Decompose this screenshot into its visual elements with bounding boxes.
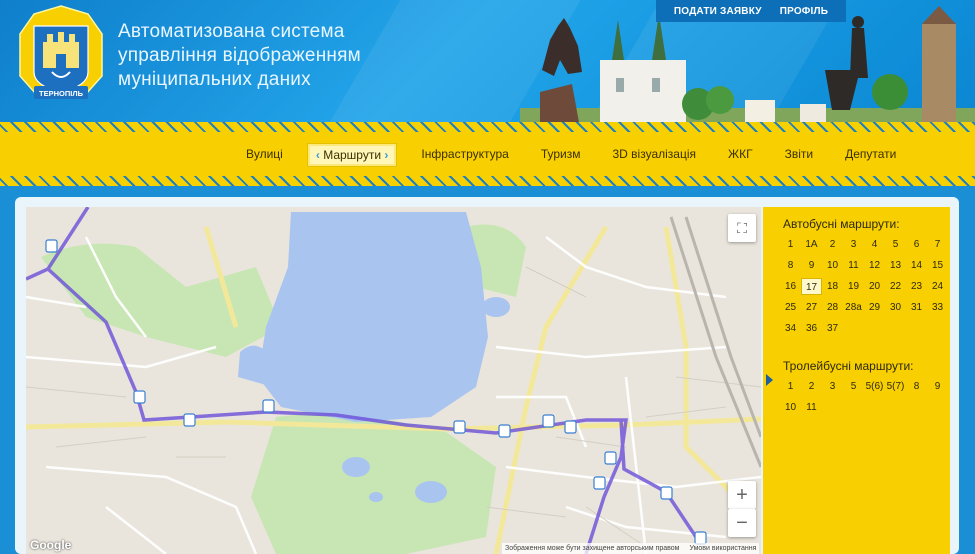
- chevron-right-icon: ›: [384, 148, 389, 162]
- nav-item-housing[interactable]: ЖКГ: [712, 143, 769, 167]
- nav-item-routes[interactable]: ‹ Маршрути ›: [306, 143, 398, 167]
- bus-route-item[interactable]: 16: [780, 278, 801, 295]
- bus-route-item[interactable]: 2: [822, 236, 843, 253]
- bus-route-item[interactable]: 13: [885, 257, 906, 274]
- bus-route-item[interactable]: 30: [885, 299, 906, 316]
- submit-request-link[interactable]: ПОДАТИ ЗАЯВКУ: [674, 6, 762, 17]
- trolley-route-item[interactable]: 2: [801, 378, 822, 395]
- nav-item-streets[interactable]: Вулиці: [230, 143, 299, 167]
- bus-route-item[interactable]: 24: [927, 278, 948, 295]
- bus-routes-list: 1 1А 2 3 4 5 6 7 8 9 10 11 12 13 14 15 16 17 18 19 20 22 23 24 2…: [780, 236, 948, 337]
- logo-text: ТЕРНОПІЛЬ: [39, 89, 84, 98]
- lake: [258, 212, 488, 422]
- trolley-route-item[interactable]: 5(6): [864, 378, 885, 395]
- bus-route-item[interactable]: 11: [843, 257, 864, 274]
- nav-item-tourism[interactable]: Туризм: [525, 143, 597, 167]
- terms-link[interactable]: Умови використання: [689, 545, 756, 552]
- trolley-route-item[interactable]: 8: [906, 378, 927, 395]
- bus-route-item[interactable]: 28: [822, 299, 843, 316]
- bus-route-item[interactable]: 31: [906, 299, 927, 316]
- trolley-route-item[interactable]: 5: [843, 378, 864, 395]
- trolley-route-item[interactable]: 9: [927, 378, 948, 395]
- title-line: муніципальних даних: [118, 69, 311, 90]
- bus-route-item[interactable]: 7: [927, 236, 948, 253]
- bus-route-item[interactable]: 3: [843, 236, 864, 253]
- bus-route-item[interactable]: 17: [801, 278, 822, 295]
- bus-route-item[interactable]: 6: [906, 236, 927, 253]
- profile-link[interactable]: ПРОФІЛЬ: [780, 6, 828, 17]
- main-nav-bar: Вулиці ‹ Маршрути › Інфраструктура Туриз…: [0, 132, 975, 178]
- nav-item-deputies[interactable]: Депутати: [829, 143, 912, 167]
- bus-route-item[interactable]: 22: [885, 278, 906, 295]
- bus-route-item[interactable]: 1А: [801, 236, 822, 253]
- bus-route-item[interactable]: 36: [801, 320, 822, 337]
- trolley-routes-list: 1 2 3 5 5(6) 5(7) 8 9 10 11: [780, 378, 948, 416]
- fullscreen-button[interactable]: ⛶: [728, 214, 756, 242]
- ternopil-coat-of-arms-icon[interactable]: ТЕРНОПІЛЬ: [16, 4, 106, 104]
- bus-route-item[interactable]: 29: [864, 299, 885, 316]
- ornament-top: [0, 122, 975, 132]
- trolley-route-item[interactable]: 1: [780, 378, 801, 395]
- google-logo: Google: [30, 538, 72, 552]
- bus-route-item[interactable]: 9: [801, 257, 822, 274]
- bus-route-item[interactable]: 34: [780, 320, 801, 337]
- bus-route-item[interactable]: 27: [801, 299, 822, 316]
- main-nav: Вулиці ‹ Маршрути › Інфраструктура Туриз…: [230, 132, 912, 178]
- bus-route-item[interactable]: 1: [780, 236, 801, 253]
- trolley-route-item[interactable]: 5(7): [885, 378, 906, 395]
- bus-route-item[interactable]: 15: [927, 257, 948, 274]
- nav-item-reports[interactable]: Звіти: [769, 143, 830, 167]
- trolley-route-item[interactable]: 11: [801, 399, 822, 416]
- nav-item-infrastructure[interactable]: Інфраструктура: [405, 143, 524, 167]
- bus-route-item[interactable]: 12: [864, 257, 885, 274]
- chevron-left-icon: ‹: [315, 148, 320, 162]
- top-links: ПОДАТИ ЗАЯВКУ ПРОФІЛЬ: [656, 0, 846, 22]
- bus-routes-title: Автобусні маршрути:: [783, 217, 900, 231]
- bus-route-item[interactable]: 19: [843, 278, 864, 295]
- bus-route-item[interactable]: 8: [780, 257, 801, 274]
- trolley-route-item[interactable]: 10: [780, 399, 801, 416]
- bus-route-item[interactable]: 18: [822, 278, 843, 295]
- fullscreen-icon: ⛶: [737, 219, 747, 236]
- bus-route-item[interactable]: 5: [885, 236, 906, 253]
- bus-route-item[interactable]: 10: [822, 257, 843, 274]
- bus-route-item[interactable]: 23: [906, 278, 927, 295]
- bus-route-item[interactable]: 37: [822, 320, 843, 337]
- trolley-routes-title: Тролейбусні маршрути:: [783, 359, 914, 373]
- bus-route-item[interactable]: 14: [906, 257, 927, 274]
- map-attribution: Зображення може бути захищене авторським…: [502, 543, 760, 554]
- ornament-bottom: [0, 176, 975, 186]
- zoom-in-button[interactable]: +: [728, 481, 756, 509]
- bus-route-item[interactable]: 20: [864, 278, 885, 295]
- page-title: Автоматизована система управління відобр…: [118, 20, 438, 92]
- route-map[interactable]: [26, 207, 761, 554]
- zoom-out-button[interactable]: −: [728, 509, 756, 537]
- nav-item-label: Маршрути: [323, 148, 382, 162]
- bus-route-item[interactable]: 28а: [843, 299, 864, 316]
- attribution-text: Зображення може бути захищене авторським…: [505, 545, 680, 552]
- map-canvas[interactable]: [26, 207, 761, 554]
- bus-route-item[interactable]: 4: [864, 236, 885, 253]
- nav-item-3d[interactable]: 3D візуалізація: [597, 143, 713, 167]
- trolley-route-item[interactable]: 3: [822, 378, 843, 395]
- routes-sidebar: Автобусні маршрути: 1 1А 2 3 4 5 6 7 8 9 10 11 12 13 1…: [763, 207, 950, 554]
- title-line: Автоматизована система: [118, 21, 345, 42]
- title-line: управління відображенням: [118, 45, 361, 66]
- header: ТЕРНОПІЛЬ Автоматизована система управлі…: [0, 0, 975, 125]
- bus-route-item[interactable]: 25: [780, 299, 801, 316]
- bus-route-item[interactable]: 33: [927, 299, 948, 316]
- sidebar-toggle-arrow-icon[interactable]: [766, 374, 773, 386]
